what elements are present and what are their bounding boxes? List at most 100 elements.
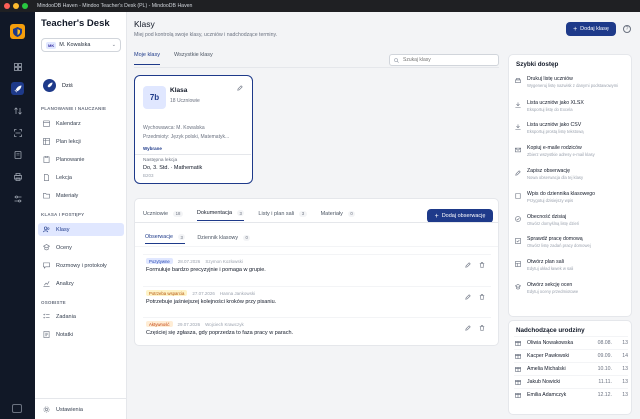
tab-materials[interactable]: Materiały 0 [321, 210, 356, 221]
quick-action-homework[interactable]: Sprawdź pracę domową Otwórz listę zadań p… [514, 236, 628, 258]
user-name: M. Kowalska [59, 42, 91, 48]
card-divider [135, 154, 251, 155]
birthdays-panel: Nadchodzące urodziny Oliwia Nowakowska 08… [508, 320, 632, 415]
user-switcher[interactable]: MK M. Kowalska ⌄ [41, 38, 121, 52]
document-icon [43, 174, 50, 181]
trash-icon[interactable] [479, 262, 485, 268]
birthday-row[interactable]: Amelia Michalski 10.10. 13 [514, 362, 628, 375]
next-lesson-detail: Do, 3. Std. · Mathematik [143, 165, 203, 171]
grade-icon [514, 284, 522, 304]
quick-action-attendance[interactable]: Obecność dzisiaj Otwórz domyślną listę dz… [514, 214, 628, 236]
quick-action-save-observation[interactable]: Zapisz obserwację Nowa obserwacja dla tej… [514, 168, 628, 190]
nav-item-settings[interactable]: Ustawienia [38, 403, 124, 416]
observation-text: Potrzebuje jaśniejszej kolejności kroków… [146, 299, 277, 305]
birthday-row[interactable]: Emilia Adamczyk 12.12. 13 [514, 388, 628, 401]
tab-all-classes[interactable]: Wszystkie klasy [174, 52, 213, 65]
next-lesson-room: B203 [143, 173, 154, 178]
note-icon [43, 331, 50, 338]
book-icon [514, 193, 522, 213]
sidebar: Teacher's Desk MK M. Kowalska ⌄ Dziś PLA… [35, 12, 127, 419]
trash-icon[interactable] [479, 325, 485, 331]
rail-dashboard-icon[interactable] [11, 60, 24, 73]
class-number: 7b [143, 86, 166, 109]
edit-pencil-icon[interactable] [237, 85, 243, 93]
quick-action-seating-plan[interactable]: Otwórz plan sali Edytuj układ ławek w sal… [514, 259, 628, 281]
nav-item-materials[interactable]: Materiały [38, 189, 124, 202]
add-observation-button[interactable]: + Dodaj obserwację [427, 209, 493, 223]
nav-item-grades[interactable]: Oceny [38, 241, 124, 254]
quick-action-copy-emails[interactable]: Kopiuj e-maile rodziców Zbierz wszystkie … [514, 145, 628, 167]
quick-action-export-csv[interactable]: Lista uczniów jako CSV Eksportuj prostą l… [514, 122, 628, 144]
close-window-button[interactable] [4, 3, 10, 9]
download-icon [514, 102, 522, 122]
quick-action-diary-entry[interactable]: Wpis do dziennika klasowego Przygotuj dzi… [514, 191, 628, 213]
birthday-row[interactable]: Jakub Nowicki 11.11. 13 [514, 375, 628, 388]
rail-sync-icon[interactable] [11, 104, 24, 117]
rail-scan-icon[interactable] [11, 126, 24, 139]
grid-icon [13, 62, 22, 71]
tab-lists-seating[interactable]: Listy i plan sali 3 [258, 210, 307, 221]
doc-subtabs: Obserwacje 3 Dziennik klasowy 0 [145, 234, 262, 244]
observation-text: Częściej się zgłasza, gdy poprzedza to f… [146, 330, 294, 336]
today-link[interactable]: Dziś [43, 79, 73, 92]
page-subtitle: Miej pod kontrolą swoje klasy, uczniów i… [134, 32, 278, 38]
sidebar-toggle-icon[interactable] [12, 404, 22, 413]
checklist-icon [43, 313, 50, 320]
nav-item-classes[interactable]: Klasy [38, 223, 124, 236]
panel-tabs: Uczniowie 18 Dokumentacja 3 Listy i plan s… [143, 210, 369, 221]
birthdays-title: Nadchodzące urodziny [516, 327, 585, 334]
minimize-window-button[interactable] [13, 3, 19, 9]
observation-tag: Aktywność [146, 321, 173, 327]
nav-item-schedule[interactable]: Plan lekcji [38, 135, 124, 148]
icon-rail [0, 12, 35, 419]
birthday-row[interactable]: Kacper Pawłowski 09.09. 14 [514, 349, 628, 362]
nav-item-planning[interactable]: Planowanie [38, 153, 124, 166]
tab-documentation[interactable]: Dokumentacja 3 [196, 210, 245, 221]
section-title-personal: OSOBISTE [41, 300, 66, 305]
window-title: MindooDB Haven - Mindoo Teacher's Desk (… [37, 3, 193, 9]
edit-pencil-icon[interactable] [465, 325, 471, 331]
plus-icon: + [573, 25, 578, 33]
clipboard-icon [43, 156, 50, 163]
nav-item-notes[interactable]: Notatki [38, 328, 124, 341]
chat-icon [43, 262, 50, 269]
subtab-class-diary[interactable]: Dziennik klasowy 0 [197, 234, 251, 244]
quick-action-print-list[interactable]: Drukuj listę uczniów Wygeneruj listę nazw… [514, 76, 628, 98]
tab-my-classes[interactable]: Moje klasy [134, 52, 160, 65]
app-logo [10, 24, 25, 39]
nav-item-conversations[interactable]: Rozmowy i protokoły [38, 259, 124, 272]
selected-label: Wybrane [143, 146, 162, 151]
nav-item-analytics[interactable]: Analizy [38, 277, 124, 290]
rail-print-icon[interactable] [11, 170, 24, 183]
help-icon[interactable]: ? [623, 25, 631, 33]
observation-author: Hanna Jankowski [219, 290, 256, 296]
observation-row[interactable]: Pozytywne 28.07.2026 Szymon Kozłowski Fo… [143, 254, 491, 277]
rail-rocket-icon[interactable] [11, 82, 24, 95]
search-box[interactable] [389, 54, 499, 66]
nav-item-calendar[interactable]: Kalendarz [38, 117, 124, 130]
observation-tag: Potrzeba wsparcia [146, 290, 188, 296]
zoom-window-button[interactable] [22, 3, 28, 9]
observation-row[interactable]: Aktywność 29.07.2026 Wojciech Krawczyk C… [143, 317, 491, 340]
shield-icon [13, 26, 22, 37]
quick-action-grades[interactable]: Otwórz sekcję ocen Edytuj oceny przedmiot… [514, 282, 628, 304]
edit-pencil-icon[interactable] [465, 262, 471, 268]
trash-icon[interactable] [479, 294, 485, 300]
class-card[interactable]: 7b Klasa 18 Uczniowie Wychowawca: M. Kow… [134, 75, 253, 184]
rail-sliders-icon[interactable] [11, 192, 24, 205]
add-class-button[interactable]: + Dodaj klasę [566, 22, 616, 36]
nav-item-lesson[interactable]: Lekcja [38, 171, 124, 184]
rail-book-icon[interactable] [11, 148, 24, 161]
observation-date: 29.07.2026 [177, 321, 201, 327]
quick-access-panel: Szybki dostęp Drukuj listę uczniów Wygene… [508, 54, 632, 317]
search-input[interactable] [403, 57, 493, 63]
gift-icon [514, 366, 522, 372]
tab-students[interactable]: Uczniowie 18 [143, 210, 183, 221]
birthday-row[interactable]: Oliwia Nowakowska 08.08. 13 [514, 336, 628, 349]
edit-pencil-icon[interactable] [465, 294, 471, 300]
nav-item-tasks[interactable]: Zadania [38, 310, 124, 323]
quick-access-title: Szybki dostęp [516, 61, 559, 68]
subtab-observations[interactable]: Obserwacje 3 [145, 234, 186, 244]
observation-row[interactable]: Potrzeba wsparcia 27.07.2026 Hanna Janko… [143, 286, 491, 309]
quick-action-export-xlsx[interactable]: Lista uczniów jako XLSX Eksportuj listę d… [514, 100, 628, 122]
